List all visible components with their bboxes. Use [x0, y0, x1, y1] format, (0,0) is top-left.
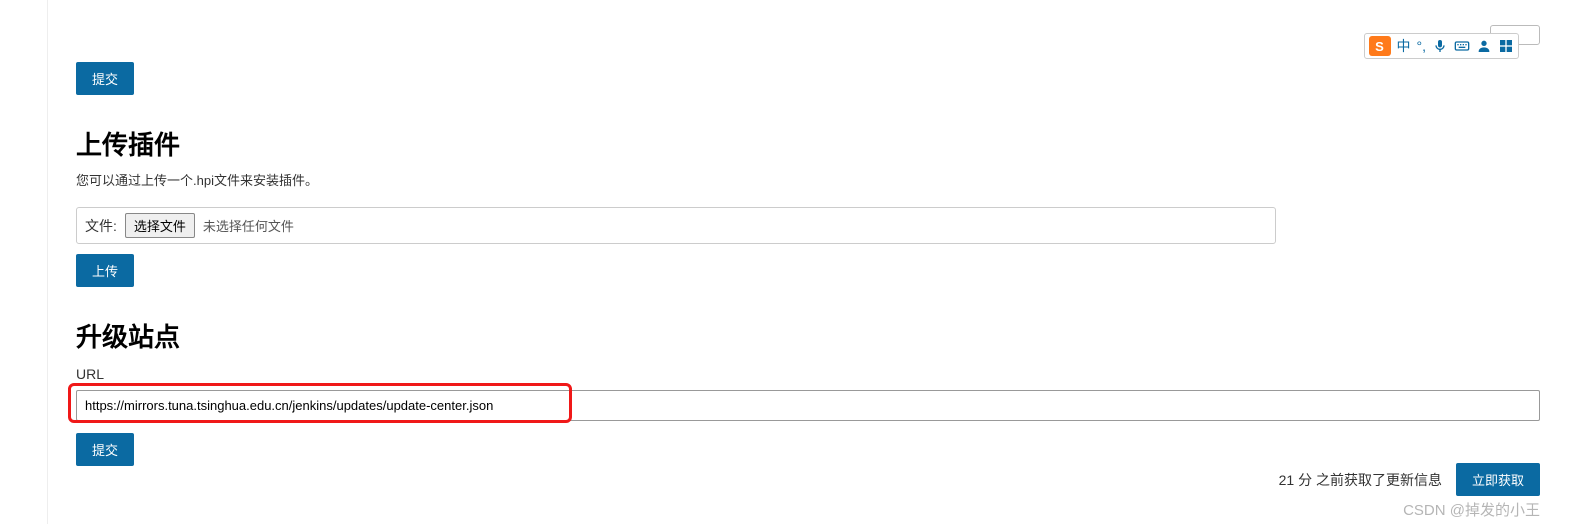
footer-bar: 21 分 之前获取了更新信息 立即获取	[1279, 463, 1540, 496]
user-icon[interactable]	[1476, 38, 1492, 54]
submit-button-site[interactable]: 提交	[76, 433, 134, 466]
upload-plugin-desc: 您可以通过上传一个.hpi文件来安装插件。	[76, 170, 1540, 189]
update-status-text: 21 分 之前获取了更新信息	[1279, 470, 1442, 490]
ime-punct-icon[interactable]: °,	[1417, 38, 1427, 54]
ime-toolbar: S 中 °,	[1364, 33, 1520, 59]
grid-icon[interactable]	[1498, 38, 1514, 54]
keyboard-icon[interactable]	[1454, 38, 1470, 54]
choose-file-button[interactable]: 选择文件	[125, 213, 195, 238]
ime-logo-icon[interactable]: S	[1369, 36, 1391, 56]
url-input[interactable]	[76, 390, 1540, 421]
url-label: URL	[76, 366, 1540, 382]
file-label: 文件:	[85, 216, 117, 236]
watermark-text: CSDN @掉发的小王	[1403, 499, 1540, 520]
file-upload-row: 文件: 选择文件 未选择任何文件	[76, 207, 1276, 244]
file-status-text: 未选择任何文件	[203, 216, 294, 235]
submit-button-top[interactable]: 提交	[76, 62, 134, 95]
fetch-now-button[interactable]: 立即获取	[1456, 463, 1540, 496]
ime-lang-toggle[interactable]: 中	[1397, 36, 1411, 56]
mic-icon[interactable]	[1432, 38, 1448, 54]
upload-button[interactable]: 上传	[76, 254, 134, 287]
update-site-heading: 升级站点	[76, 317, 1540, 354]
upload-plugin-heading: 上传插件	[76, 125, 1540, 162]
